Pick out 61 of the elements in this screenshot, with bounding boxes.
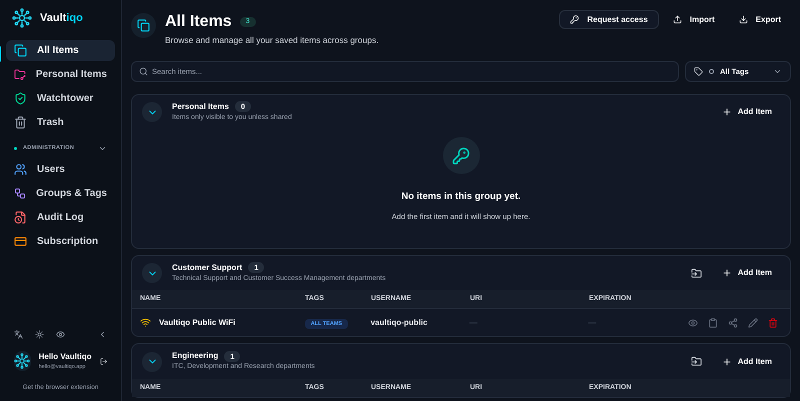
collapse-icon[interactable]: [98, 330, 107, 339]
username-cell-text: vaultiqo-public: [370, 316, 428, 329]
page-subtitle: Browse and manage all your saved items across groups.: [165, 34, 380, 47]
nav-item[interactable]: Trash: [6, 112, 115, 132]
chevron-icon[interactable]: [98, 144, 107, 153]
logout-icon[interactable]: [100, 356, 107, 366]
users-icon: [14, 162, 27, 176]
trash-icon: [14, 116, 27, 128]
folder-icon[interactable]: [690, 268, 702, 278]
clipboard-icon[interactable]: [708, 318, 718, 328]
header-button[interactable]: Request access: [559, 10, 659, 29]
header-button[interactable]: Export: [728, 10, 791, 29]
upload-icon: [672, 15, 682, 24]
plus-icon: [722, 268, 732, 278]
hierarchy-icon: [14, 186, 26, 200]
item-name[interactable]: Vaultiqo Public WiFi: [159, 316, 236, 329]
copy-icon: [14, 44, 27, 56]
add-item-button[interactable]: Add Item: [714, 356, 780, 368]
nav-item[interactable]: Watchtower: [6, 88, 115, 108]
key-icon: [570, 15, 580, 24]
add-item-button[interactable]: Add Item: [714, 267, 780, 279]
eye-icon[interactable]: [688, 318, 698, 328]
share-icon[interactable]: [728, 318, 738, 328]
brand-name: Vaultiqo: [40, 10, 83, 26]
key-icon: [452, 146, 470, 165]
collapse-toggle[interactable]: [142, 263, 162, 283]
empty-title: No items in this group yet.: [401, 190, 521, 204]
sun-icon[interactable]: [35, 330, 44, 339]
plus-icon: [722, 107, 732, 117]
user-name: Hello Vaultiqo: [38, 351, 92, 363]
nav-item[interactable]: Users: [6, 158, 115, 180]
copy-icon: [137, 19, 150, 32]
log-icon: [14, 210, 27, 224]
nav-item[interactable]: Audit Log: [6, 206, 115, 228]
header-button[interactable]: Import: [662, 10, 725, 29]
group-title: Personal Items: [172, 100, 229, 113]
collapse-toggle[interactable]: [142, 102, 162, 122]
plus-icon: [722, 356, 732, 366]
folder-icon[interactable]: [690, 356, 702, 367]
folder-icon: [14, 68, 26, 80]
group-title: Engineering: [172, 350, 218, 362]
nav-item[interactable]: Subscription: [6, 230, 115, 252]
delete-icon[interactable]: [768, 318, 778, 328]
add-item-button[interactable]: Add Item: [714, 106, 780, 118]
nav-item[interactable]: Personal Items: [6, 64, 115, 84]
language-icon[interactable]: [14, 330, 23, 339]
logo-icon: [12, 8, 32, 28]
shield-icon: [14, 92, 27, 104]
tag-icon: [694, 66, 703, 76]
group-title: Customer Support: [172, 262, 242, 274]
search-icon: [139, 66, 148, 76]
uri-cell: —: [469, 318, 478, 327]
card-icon: [14, 234, 27, 248]
page-title: All Items: [165, 12, 232, 32]
collapse-toggle[interactable]: [142, 352, 162, 372]
pencil-icon[interactable]: [748, 318, 758, 328]
expiration-cell: —: [588, 318, 596, 327]
eye-icon[interactable]: [56, 330, 65, 339]
download-icon: [738, 15, 748, 24]
nav-item[interactable]: All Items: [6, 40, 115, 60]
nav-item[interactable]: Groups & Tags: [6, 182, 115, 204]
